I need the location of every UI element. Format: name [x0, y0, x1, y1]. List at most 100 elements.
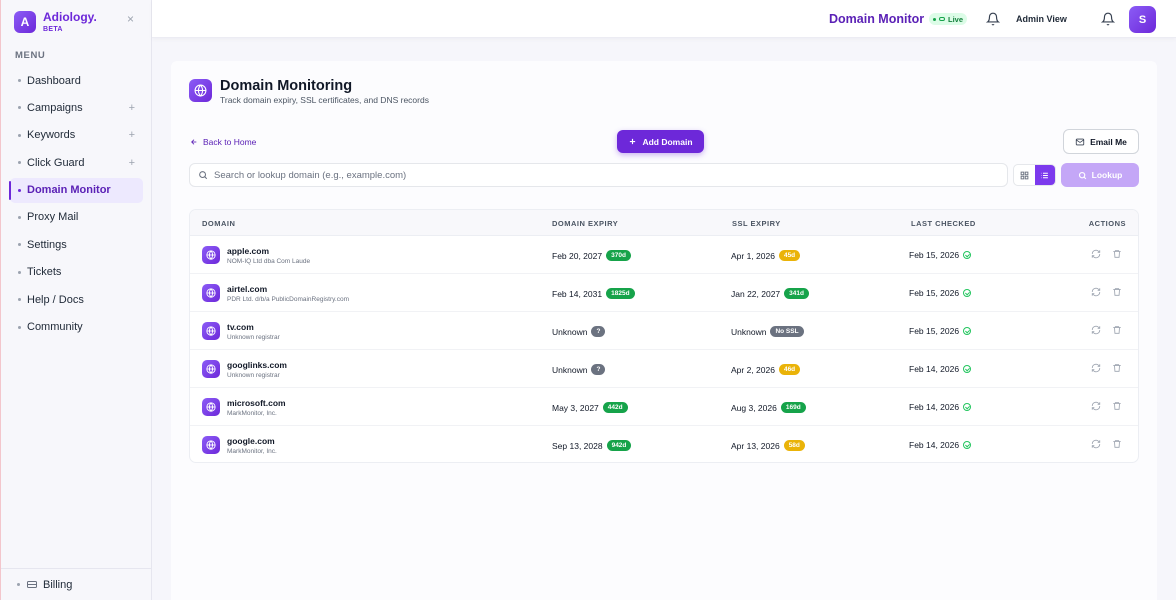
table-row[interactable]: googlinks.com Unknown registrar Unknown? Ap…	[190, 350, 1138, 388]
sidebar-item-label: Dashboard	[27, 74, 81, 87]
list-view-button[interactable]	[1034, 165, 1055, 185]
sidebar-item-help-docs[interactable]: Help / Docs	[10, 287, 143, 312]
sidebar-item-community[interactable]: Community	[10, 315, 143, 340]
sidebar-item-label: Domain Monitor	[27, 184, 111, 197]
domain-expiry-cell: Unknown?	[552, 364, 606, 375]
domain-name[interactable]: microsoft.com	[227, 398, 286, 408]
trash-icon[interactable]	[1112, 439, 1122, 449]
add-domain-button[interactable]: Add Domain	[617, 130, 704, 153]
search-input[interactable]	[214, 169, 974, 181]
domain-name[interactable]: google.com	[227, 436, 275, 446]
credit-card-icon	[27, 581, 37, 588]
column-header-actions: ACTIONS	[1088, 219, 1126, 228]
ssl-expiry-cell: Apr 13, 2026 58d	[731, 440, 805, 451]
ssl-expiry-cell: Aug 3, 2026 169d	[731, 402, 806, 413]
refresh-icon[interactable]	[1091, 363, 1101, 373]
table-row[interactable]: microsoft.com MarkMonitor, Inc. May 3, 202…	[190, 388, 1138, 426]
back-to-home-link[interactable]: Back to Home	[190, 137, 256, 147]
bullet-icon	[18, 79, 21, 82]
main-panel: Domain Monitoring Track domain expiry, S…	[171, 61, 1157, 600]
last-checked-date: Feb 15, 2026	[909, 288, 960, 298]
ssl-expiry-date: Jan 22, 2027	[731, 288, 781, 299]
check-circle-icon	[963, 441, 972, 449]
sidebar-item-click-guard[interactable]: Click Guard +	[10, 150, 143, 175]
refresh-icon[interactable]	[1091, 287, 1101, 297]
domain-name[interactable]: airtel.com	[227, 284, 267, 294]
days-left-badge: 370d	[606, 250, 631, 261]
trash-icon[interactable]	[1112, 287, 1122, 297]
refresh-icon[interactable]	[1091, 325, 1101, 335]
sidebar-item-label: Community	[27, 321, 83, 334]
close-icon[interactable]: ×	[127, 12, 134, 26]
domain-expiry-date: May 3, 2027	[552, 402, 599, 413]
lookup-button[interactable]: Lookup	[1061, 163, 1139, 187]
last-checked-date: Feb 14, 2026	[909, 440, 960, 450]
live-label: Live	[948, 14, 964, 24]
bell-icon[interactable]	[1101, 12, 1115, 26]
live-dot-icon	[933, 17, 936, 21]
expand-plus-icon[interactable]: +	[129, 102, 135, 114]
search-icon	[199, 171, 208, 180]
last-checked-cell: Feb 14, 2026	[909, 440, 972, 450]
refresh-icon[interactable]	[1091, 439, 1101, 449]
bullet-icon	[18, 188, 21, 192]
grid-view-button[interactable]	[1014, 165, 1035, 185]
refresh-icon[interactable]	[1091, 249, 1101, 259]
sidebar-item-proxy-mail[interactable]: Proxy Mail	[10, 205, 143, 230]
check-circle-icon	[963, 365, 972, 373]
domain-registrar: Unknown registrar	[227, 372, 280, 379]
domain-expiry-cell: Sep 13, 2028 942d	[552, 440, 632, 451]
admin-view-button[interactable]: Admin View	[1016, 14, 1067, 24]
last-checked-date: Feb 14, 2026	[909, 402, 960, 412]
domain-name[interactable]: apple.com	[227, 246, 269, 256]
last-checked-date: Feb 15, 2026	[909, 250, 960, 260]
sidebar: A Adiology. BETA × MENU Dashboard Campai…	[0, 0, 152, 600]
bullet-icon	[18, 215, 21, 219]
last-checked-cell: Feb 14, 2026	[909, 402, 972, 412]
last-checked-cell: Feb 14, 2026	[909, 364, 972, 374]
domain-expiry-date: Feb 20, 2027	[552, 250, 603, 261]
last-checked-cell: Feb 15, 2026	[909, 326, 972, 336]
sidebar-item-billing[interactable]: Billing	[1, 568, 151, 600]
table-row[interactable]: tv.com Unknown registrar Unknown? Unknown No…	[190, 312, 1138, 350]
email-me-button[interactable]: Email Me	[1063, 129, 1139, 154]
trash-icon[interactable]	[1112, 249, 1122, 259]
domain-name[interactable]: tv.com	[227, 322, 254, 332]
domain-registrar: PDR Ltd. d/b/a PublicDomainRegistry.com	[227, 296, 349, 303]
last-checked-cell: Feb 15, 2026	[909, 250, 972, 260]
globe-icon	[202, 436, 220, 454]
table-row[interactable]: airtel.com PDR Ltd. d/b/a PublicDomainReg…	[190, 274, 1138, 312]
column-header-domain-expiry: DOMAIN EXPIRY	[552, 219, 619, 228]
bell-icon[interactable]	[986, 12, 1000, 26]
refresh-icon[interactable]	[1091, 401, 1101, 411]
trash-icon[interactable]	[1112, 363, 1122, 373]
lookup-label: Lookup	[1091, 170, 1123, 180]
trash-icon[interactable]	[1112, 325, 1122, 335]
trash-icon[interactable]	[1112, 401, 1122, 411]
user-avatar[interactable]: S	[1129, 6, 1156, 33]
domain-expiry-date: Unknown	[552, 326, 588, 337]
sidebar-item-label: Help / Docs	[27, 293, 84, 306]
globe-icon	[202, 322, 220, 340]
globe-icon	[189, 79, 212, 102]
domain-expiry-date: Unknown	[552, 364, 588, 375]
sidebar-item-dashboard[interactable]: Dashboard	[10, 68, 143, 93]
table-row[interactable]: apple.com NOM-IQ Ltd dba Com Laude Feb 20,…	[190, 236, 1138, 274]
list-view-icon	[1041, 172, 1049, 178]
sidebar-item-keywords[interactable]: Keywords +	[10, 123, 143, 148]
sidebar-item-settings[interactable]: Settings	[10, 232, 143, 257]
plus-icon	[630, 138, 636, 145]
days-left-badge: 1825d	[606, 288, 635, 299]
domain-registrar: Unknown registrar	[227, 334, 280, 341]
expand-plus-icon[interactable]: +	[129, 157, 135, 169]
bullet-icon	[18, 325, 21, 329]
ssl-expiry-date: Apr 2, 2026	[731, 364, 775, 375]
domain-name[interactable]: googlinks.com	[227, 360, 287, 370]
expand-plus-icon[interactable]: +	[129, 129, 135, 141]
sidebar-item-tickets[interactable]: Tickets	[10, 260, 143, 285]
column-header-last-checked: LAST CHECKED	[911, 219, 976, 228]
sidebar-item-campaigns[interactable]: Campaigns +	[10, 95, 143, 120]
logo-icon: A	[14, 11, 36, 33]
table-row[interactable]: google.com MarkMonitor, Inc. Sep 13, 2028 9…	[190, 426, 1138, 462]
sidebar-item-domain-monitor[interactable]: Domain Monitor	[9, 177, 143, 203]
